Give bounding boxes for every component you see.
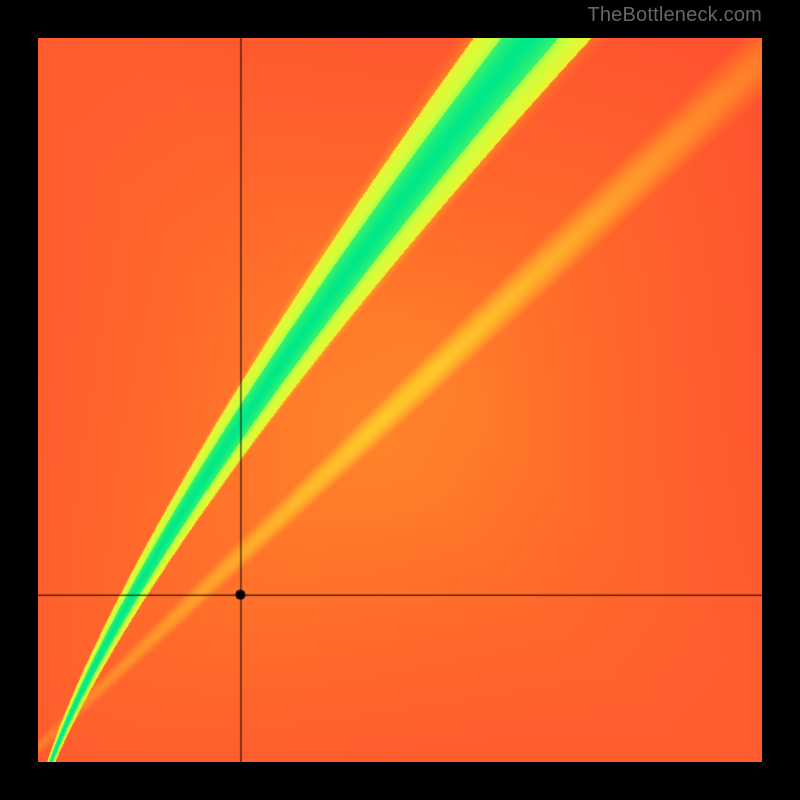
watermark-text: TheBottleneck.com — [587, 4, 762, 27]
chart-container: TheBottleneck.com — [0, 0, 800, 800]
heatmap-canvas — [38, 38, 762, 762]
plot-area — [38, 38, 762, 762]
